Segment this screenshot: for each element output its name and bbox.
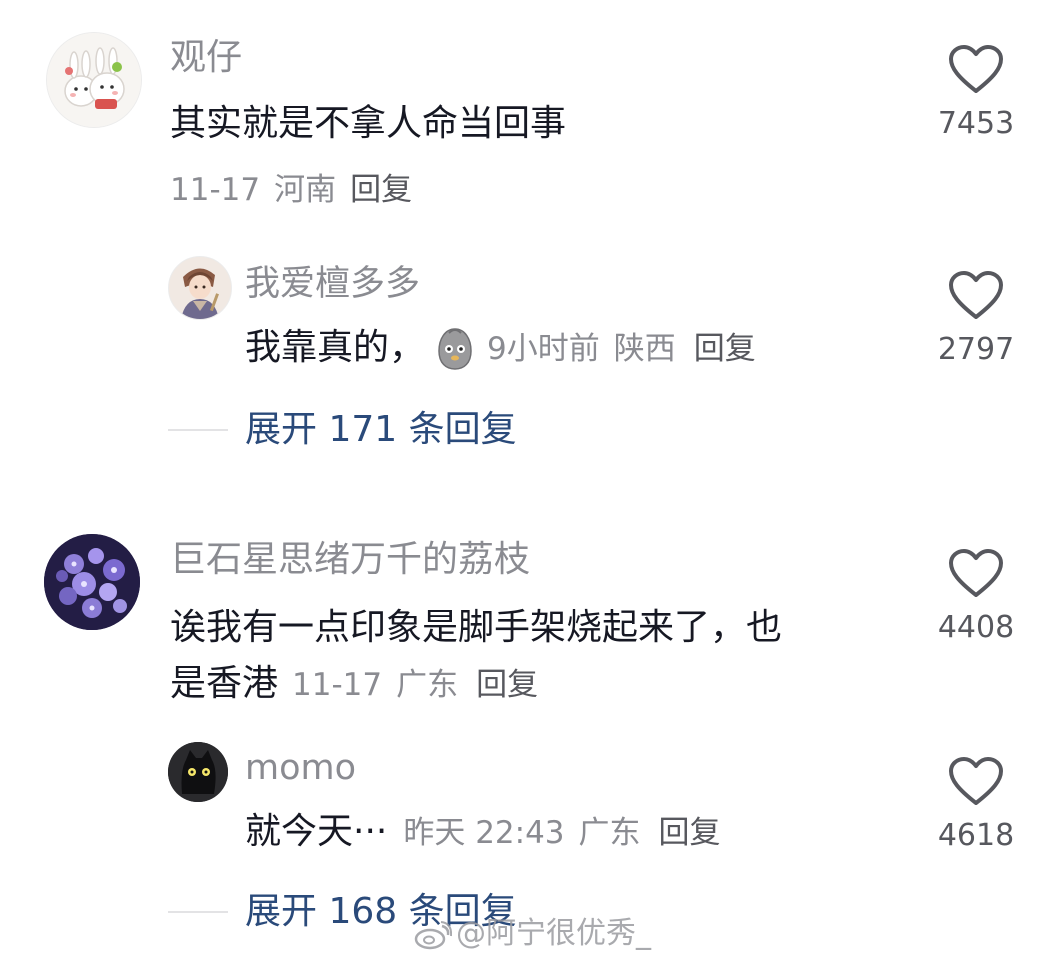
comment-meta: 11-17 河南 回复 (170, 170, 412, 210)
comment-item-1: 观仔 其实就是不拿人命当回事 11-17 河南 回复 7453 我爱檀多多 我靠真的… (0, 0, 1048, 470)
reply-text-row: 我靠真的， 9小时前 陕西 回复 (245, 320, 756, 377)
reply-location: 陕西 (613, 331, 676, 367)
user-avatar[interactable] (46, 32, 142, 128)
grey-blob-sticker-icon (431, 325, 479, 373)
comment-date: 11-17 (292, 667, 383, 703)
reply-like-column: 4618 (926, 756, 1026, 856)
user-avatar[interactable] (44, 534, 140, 630)
reply-time: 9小时前 (487, 331, 600, 367)
comment-text-line2-content: 是香港 (170, 663, 279, 704)
heart-icon[interactable] (948, 548, 1004, 600)
expand-divider (168, 911, 228, 913)
like-column: 4408 (926, 548, 1026, 648)
reply-button[interactable]: 回复 (476, 667, 538, 703)
anime-character-icon (169, 257, 231, 319)
black-cat-icon (168, 742, 228, 802)
reply-text-row: 就今天··· 昨天 22:43 广东 回复 (245, 804, 721, 861)
reply-username[interactable]: momo (245, 746, 356, 790)
heart-icon[interactable] (948, 756, 1004, 808)
purple-flowers-icon (44, 534, 140, 630)
comment-date: 11-17 (170, 172, 261, 208)
reply-button[interactable]: 回复 (694, 331, 756, 367)
reply-text: 就今天··· (245, 811, 388, 852)
watermark: @阿宁很优秀_ (414, 916, 651, 952)
reply-user-avatar[interactable] (168, 742, 228, 802)
like-column: 7453 (926, 44, 1026, 144)
watermark-text: @阿宁很优秀_ (456, 916, 651, 951)
reply-time: 昨天 22:43 (403, 815, 565, 851)
like-count: 4408 (937, 610, 1015, 645)
like-count: 7453 (937, 106, 1015, 141)
heart-icon[interactable] (948, 270, 1004, 322)
comment-location: 河南 (274, 172, 337, 208)
comment-username[interactable]: 观仔 (170, 36, 242, 80)
expand-divider (168, 429, 228, 431)
heart-icon[interactable] (948, 44, 1004, 96)
comment-username[interactable]: 巨石星思绪万千的荔枝 (170, 538, 530, 582)
reply-text: 我靠真的， (245, 327, 426, 368)
like-count: 4618 (937, 818, 1015, 853)
like-count: 2797 (937, 332, 1015, 367)
weibo-logo-icon (414, 920, 453, 950)
comment-location: 广东 (396, 667, 459, 703)
reply-button[interactable]: 回复 (659, 815, 721, 851)
reply-button[interactable]: 回复 (350, 172, 412, 208)
reply-username[interactable]: 我爱檀多多 (245, 262, 420, 306)
comment-item-2: 巨石星思绪万千的荔枝 诶我有一点印象是脚手架烧起来了，也 是香港 11-17 广东回… (0, 520, 1048, 960)
comment-text-line1: 诶我有一点印象是脚手架烧起来了，也 (170, 607, 783, 648)
reply-location: 广东 (578, 815, 641, 851)
reply-like-column: 2797 (926, 270, 1026, 370)
expand-replies-button[interactable]: 展开 171 条回复 (245, 406, 517, 454)
bunny-couple-icon (47, 33, 141, 127)
comment-text: 其实就是不拿人命当回事 (170, 103, 567, 144)
reply-user-avatar[interactable] (168, 256, 232, 320)
comment-text-line2: 是香港 11-17 广东 回复 (170, 656, 538, 713)
